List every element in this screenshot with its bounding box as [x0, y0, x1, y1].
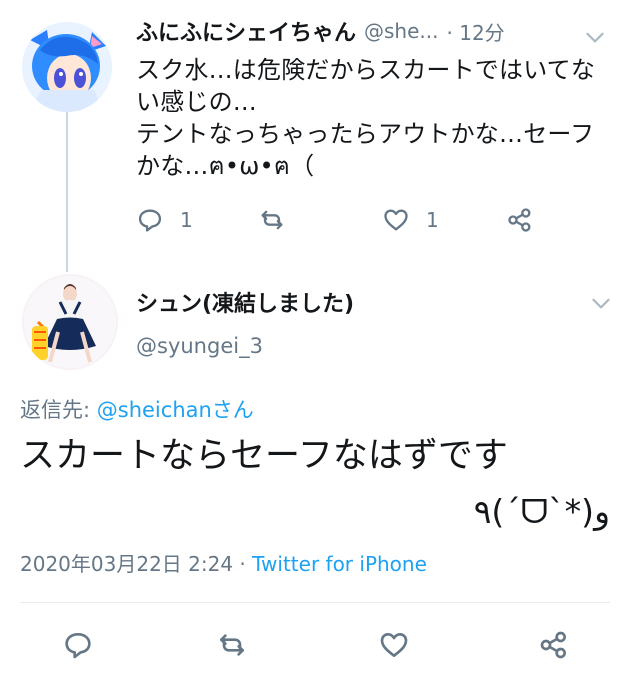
avatar-shei-chan[interactable]: [22, 22, 112, 112]
share-icon: [506, 206, 534, 234]
tweet-top-actions: 1 1: [136, 202, 556, 238]
like-count: 1: [426, 208, 439, 232]
reply-to-prefix: 返信先:: [20, 398, 97, 422]
tweet-top-display-name[interactable]: ふにふにシェイちゃん: [136, 15, 356, 47]
avatar-syun[interactable]: [22, 274, 118, 370]
reply-to-line: 返信先: @sheichanさん: [20, 394, 254, 424]
thread-line: [66, 112, 68, 272]
retweet-icon: [216, 629, 248, 661]
chevron-down-icon[interactable]: [582, 24, 608, 50]
reply-icon: [136, 206, 164, 234]
reply-button[interactable]: 1: [136, 202, 193, 238]
heart-icon: [378, 629, 410, 661]
tweet-top-header: ふにふにシェイちゃん @she... · 12分: [136, 14, 606, 48]
tweet-source[interactable]: Twitter for iPhone: [252, 552, 427, 576]
share-button[interactable]: [538, 629, 570, 661]
like-button[interactable]: 1: [382, 202, 439, 238]
tweet-main-text-line-2: ٩(ˊᗜˋ*)و: [473, 492, 610, 531]
tweet-main-actions: [20, 622, 610, 668]
reply-icon: [62, 629, 94, 661]
tweet-timestamp: 2020年03月22日 2:24 ·: [20, 552, 246, 576]
retweet-button[interactable]: [216, 629, 248, 661]
avatar-image: [22, 22, 112, 112]
reply-to-handle[interactable]: @sheichanさん: [97, 398, 254, 422]
reply-button[interactable]: [62, 629, 94, 661]
retweet-button[interactable]: [258, 202, 286, 238]
tweet-top-handle[interactable]: @she...: [364, 19, 438, 43]
like-button[interactable]: [378, 629, 410, 661]
avatar-image: [22, 274, 118, 370]
share-icon: [538, 629, 570, 661]
tweet-meta: 2020年03月22日 2:24 · Twitter for iPhone: [20, 548, 610, 577]
tweet-top-time[interactable]: · 12分: [447, 17, 505, 46]
tweet-main-handle[interactable]: @syungei_3: [136, 334, 263, 358]
chevron-down-icon[interactable]: [588, 290, 614, 316]
tweet-main-text-line-1: スカートならセーフなはずです: [20, 436, 508, 476]
share-button[interactable]: [506, 202, 534, 238]
tweet-top-text: スク水…は危険だからスカートではいてない感じの… テントなっちゃったらアウトかな…: [136, 56, 596, 180]
retweet-icon: [258, 206, 286, 234]
divider: [20, 602, 610, 603]
tweet-main-display-name[interactable]: シュン(凍結しました): [136, 286, 576, 318]
heart-icon: [382, 206, 410, 234]
reply-count: 1: [180, 208, 193, 232]
